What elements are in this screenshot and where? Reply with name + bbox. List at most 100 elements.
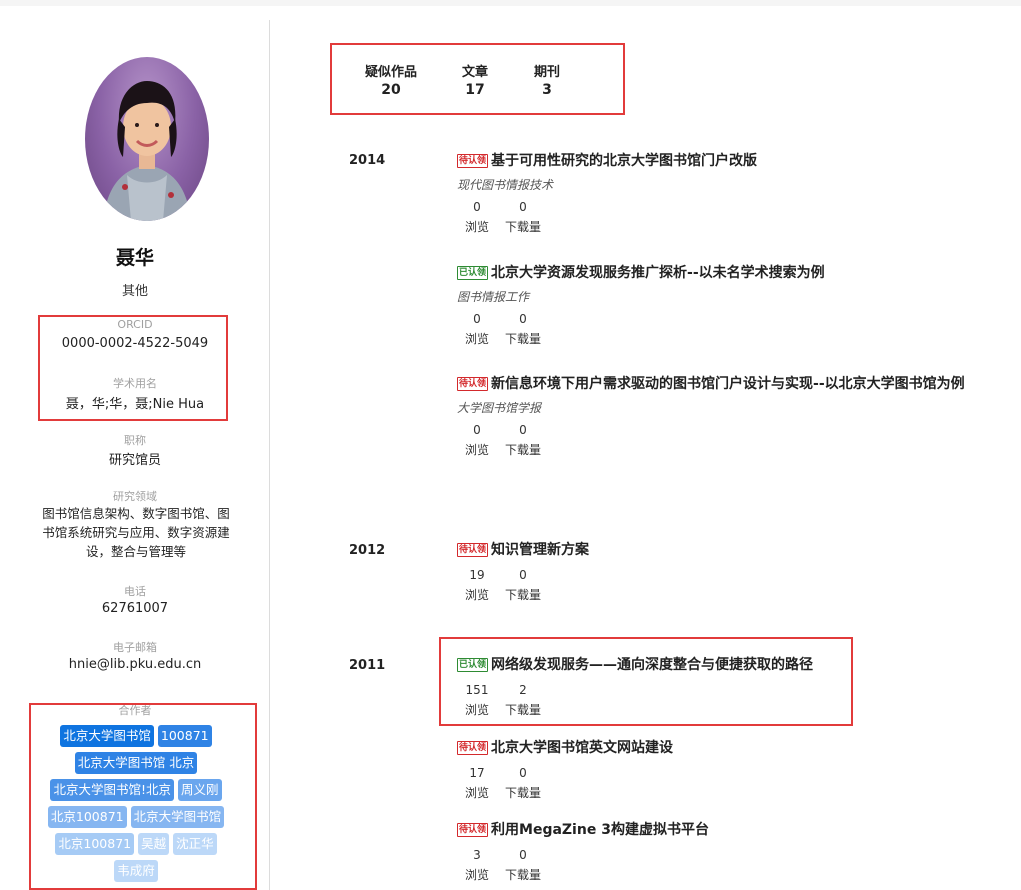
stat-journals-label: 期刊	[533, 65, 560, 80]
coauthor-tag[interactable]: 北京100871	[55, 833, 135, 855]
work-title[interactable]: 新信息环境下用户需求驱动的图书馆门户设计与实现--以北京大学图书馆为例	[491, 376, 965, 392]
download-count: 2	[519, 683, 527, 697]
work-item: 待认领 新信息环境下用户需求驱动的图书馆门户设计与实现--以北京大学图书馆为例 大…	[457, 373, 997, 460]
view-count: 0	[473, 200, 481, 214]
work-title[interactable]: 知识管理新方案	[491, 542, 589, 558]
work-title[interactable]: 北京大学图书馆英文网站建设	[491, 740, 673, 756]
work-counts: 3 浏览 0 下载量	[457, 845, 997, 885]
stat-articles-value: 17	[465, 82, 485, 98]
view-count: 3	[473, 848, 481, 862]
work-title-row[interactable]: 待认领 知识管理新方案	[457, 539, 997, 561]
download-label: 下载量	[504, 703, 541, 717]
coauthor-tag[interactable]: 北京大学图书馆	[130, 806, 225, 828]
stat-journals[interactable]: 期刊 3	[525, 61, 569, 98]
stat-journals-value: 3	[542, 82, 552, 98]
view-label: 浏览	[464, 588, 489, 602]
title-value: 研究馆员	[108, 453, 161, 468]
work-item: 待认领 基于可用性研究的北京大学图书馆门户改版 现代图书情报技术 0 浏览 0 下载量	[457, 150, 997, 237]
year-label: 2011	[349, 658, 386, 673]
field-value: 图书馆信息架构、数字图书馆、图书馆系统研究与应用、数字资源建设，整合与管理等	[42, 506, 230, 559]
avatar	[85, 57, 209, 221]
work-title-row[interactable]: 已认领 北京大学资源发现服务推广探析--以未名学术搜索为例	[457, 262, 997, 284]
work-item: 已认领 北京大学资源发现服务推广探析--以未名学术搜索为例 图书情报工作 0 浏览 …	[457, 262, 997, 349]
orcid-value: 0000-0002-4522-5049	[61, 336, 209, 351]
status-badge: 待认领	[457, 154, 489, 168]
stat-suspected-label: 疑似作品	[364, 65, 417, 80]
work-journal: 大学图书馆学报	[457, 401, 542, 415]
work-title-row[interactable]: 待认领 利用MegaZine 3构建虚拟书平台	[457, 819, 997, 841]
work-title[interactable]: 利用MegaZine 3构建虚拟书平台	[491, 822, 709, 838]
coauthor-tag[interactable]: 100871	[157, 725, 212, 747]
coauthors-label: 合作者	[118, 704, 152, 717]
email-label: 电子邮箱	[113, 641, 157, 654]
work-title[interactable]: 网络级发现服务——通向深度整合与便捷获取的路径	[491, 657, 813, 673]
view-label: 浏览	[464, 786, 489, 800]
work-title-row[interactable]: 待认领 基于可用性研究的北京大学图书馆门户改版	[457, 150, 997, 172]
status-badge: 已认领	[457, 266, 489, 280]
alias-label: 学术用名	[113, 377, 157, 390]
work-journal: 图书情报工作	[457, 290, 530, 304]
view-count: 17	[469, 766, 485, 780]
stats-summary: 疑似作品 20 文章 17 期刊 3	[332, 45, 623, 113]
coauthor-tag[interactable]: 沈正华	[173, 833, 217, 855]
status-badge: 待认领	[457, 741, 489, 755]
status-badge: 待认领	[457, 543, 489, 557]
download-count: 0	[519, 568, 527, 582]
year-label: 2012	[349, 543, 386, 558]
title-label: 职称	[124, 434, 146, 447]
view-label: 浏览	[464, 443, 489, 457]
download-count: 0	[519, 848, 527, 862]
view-label: 浏览	[464, 332, 489, 346]
coauthor-tag[interactable]: 吴越	[138, 833, 170, 855]
work-item: 待认领 知识管理新方案 19 浏览 0 下载量	[457, 539, 997, 605]
work-title-row[interactable]: 待认领 新信息环境下用户需求驱动的图书馆门户设计与实现--以北京大学图书馆为例	[457, 373, 997, 395]
coauthor-tag[interactable]: 北京大学图书馆 北京	[74, 752, 198, 774]
work-title-row[interactable]: 已认领 网络级发现服务——通向深度整合与便捷获取的路径	[457, 654, 997, 676]
download-label: 下载量	[504, 332, 541, 346]
avatar-photo	[103, 81, 191, 221]
work-counts: 17 浏览 0 下载量	[457, 763, 997, 803]
coauthor-tag[interactable]: 韦成府	[114, 860, 158, 882]
view-label: 浏览	[464, 703, 489, 717]
download-count: 0	[519, 423, 527, 437]
profile-role: 其他	[121, 284, 148, 299]
work-journal: 现代图书情报技术	[457, 178, 554, 192]
coauthor-tag[interactable]: 北京大学图书馆!北京	[50, 779, 174, 801]
download-label: 下载量	[504, 220, 541, 234]
work-item: 待认领 利用MegaZine 3构建虚拟书平台 3 浏览 0 下载量	[457, 819, 997, 885]
work-item: 待认领 北京大学图书馆英文网站建设 17 浏览 0 下载量	[457, 737, 997, 803]
view-count: 19	[469, 568, 485, 582]
work-counts: 0 浏览 0 下载量	[457, 420, 997, 460]
view-count: 151	[465, 683, 489, 697]
download-count: 0	[519, 766, 527, 780]
work-title-row[interactable]: 待认领 北京大学图书馆英文网站建设	[457, 737, 997, 759]
download-label: 下载量	[504, 868, 541, 882]
status-badge: 已认领	[457, 658, 489, 672]
download-label: 下载量	[504, 786, 541, 800]
work-title[interactable]: 基于可用性研究的北京大学图书馆门户改版	[491, 153, 757, 169]
view-label: 浏览	[464, 868, 489, 882]
phone-value: 62761007	[101, 601, 169, 616]
download-label: 下载量	[504, 588, 541, 602]
profile-name: 聂华	[115, 247, 154, 269]
coauthor-tag[interactable]: 周义刚	[177, 779, 222, 801]
stat-suspected-value: 20	[381, 82, 401, 98]
work-counts: 0 浏览 0 下载量	[457, 197, 997, 237]
work-title[interactable]: 北京大学资源发现服务推广探析--以未名学术搜索为例	[491, 265, 825, 281]
field-label: 研究领域	[113, 490, 157, 503]
download-count: 0	[519, 200, 527, 214]
profile-sidebar: 聂华 其他 ORCID 0000-0002-4522-5049 学术用名 聂，华…	[0, 0, 270, 890]
coauthor-tag[interactable]: 北京100871	[47, 806, 127, 828]
status-badge: 待认领	[457, 823, 489, 837]
email-value: hnie@lib.pku.edu.cn	[68, 657, 202, 672]
coauthor-tag[interactable]: 北京大学图书馆	[60, 725, 154, 747]
alias-value: 聂，华;华，聂;Nie Hua	[65, 397, 205, 412]
stat-articles[interactable]: 文章 17	[453, 61, 497, 98]
status-badge: 待认领	[457, 377, 489, 391]
work-item: 已认领 网络级发现服务——通向深度整合与便捷获取的路径 151 浏览 2 下载量	[457, 654, 997, 720]
download-count: 0	[519, 312, 527, 326]
stat-suspected[interactable]: 疑似作品 20	[348, 61, 434, 98]
work-counts: 0 浏览 0 下载量	[457, 309, 997, 349]
stat-articles-label: 文章	[461, 65, 488, 80]
coauthor-tags: 北京大学图书馆 100871 北京大学图书馆 北京 北京大学图书馆!北京 周义刚…	[41, 722, 231, 884]
